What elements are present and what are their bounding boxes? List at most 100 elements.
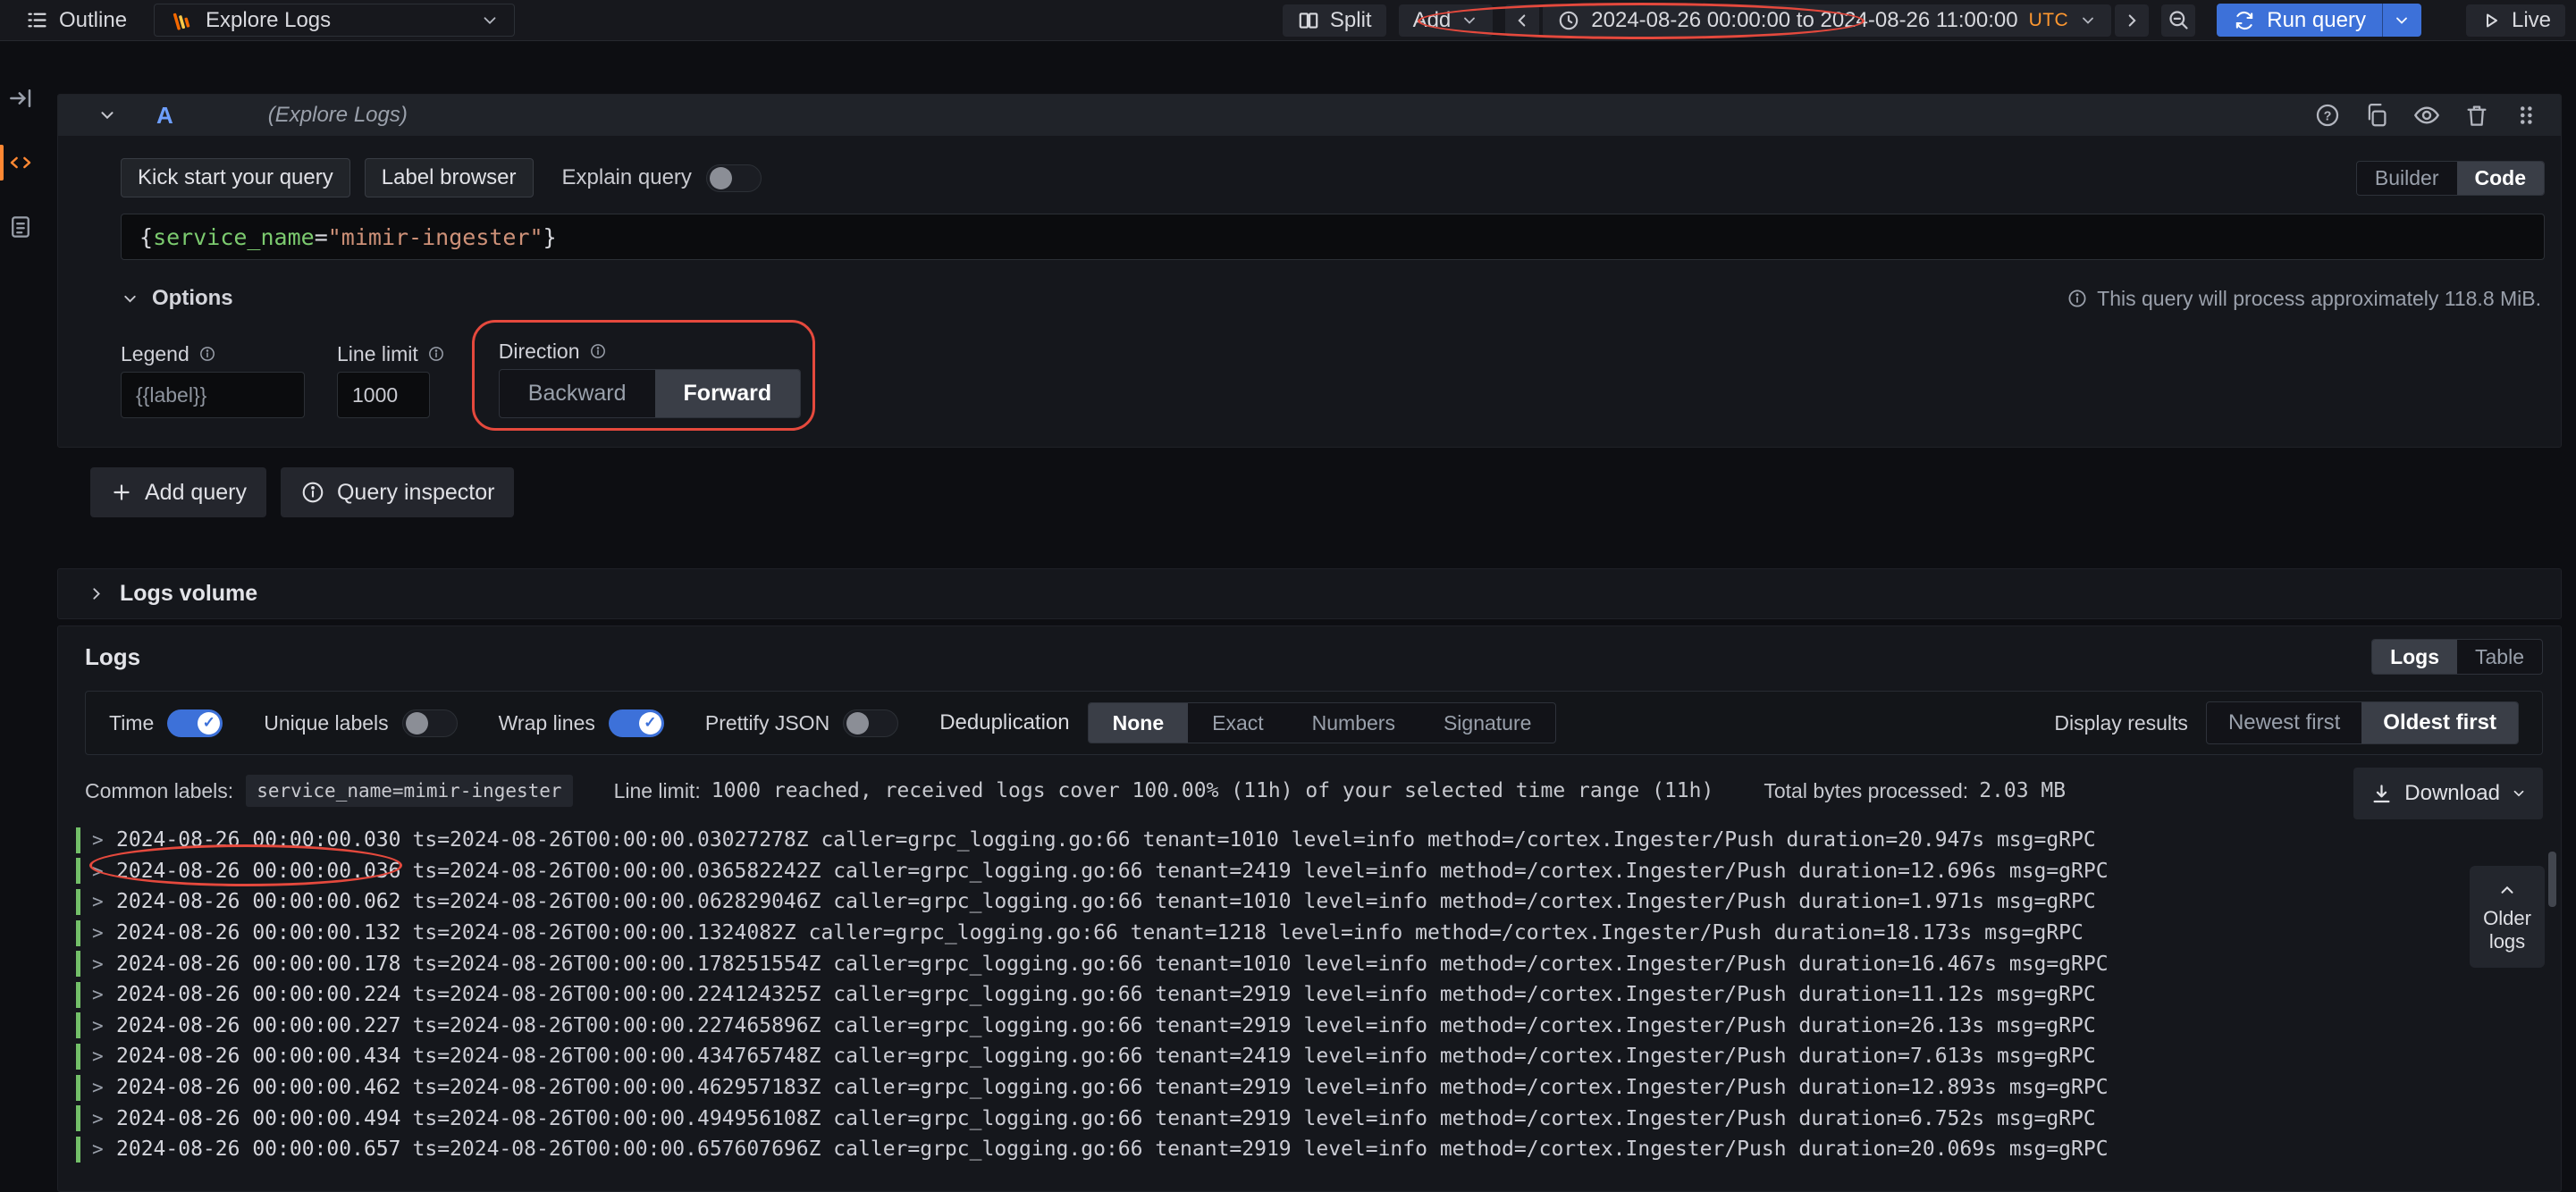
run-query-options-button[interactable] [2382,4,2421,37]
query-help-button[interactable]: ? [2314,102,2341,129]
dedup-option-none[interactable]: None [1089,703,1189,743]
dedup-option-exact[interactable]: Exact [1188,703,1288,743]
query-cost-estimate-text: This query will process approximately 11… [2097,287,2541,311]
log-row-expand-chevron[interactable]: > [92,1077,116,1098]
older-logs-label: Older logs [2479,907,2535,953]
deduplication-label: Deduplication [939,710,1069,735]
outline-button[interactable]: Outline [11,4,141,37]
timezone-label: UTC [2029,10,2069,31]
log-level-bar [76,1044,80,1070]
view-option-logs[interactable]: Logs [2372,640,2457,674]
remove-query-button[interactable] [2463,102,2490,129]
query-inspector-button[interactable]: Query inspector [281,467,514,517]
direction-option-backward[interactable]: Backward [500,370,655,417]
drag-handle[interactable] [2513,102,2539,129]
chevron-down-icon [2511,785,2527,802]
log-line-text: ts=2024-08-26T00:00:00.036582242Z caller… [413,860,2109,883]
live-button[interactable]: Live [2466,4,2565,37]
unique-labels-toggle[interactable] [402,709,458,737]
mode-option-builder[interactable]: Builder [2357,162,2457,195]
explore-code-tab[interactable] [0,143,41,182]
time-toggle[interactable]: ✓ [167,709,223,737]
query-code-input[interactable]: {service_name="mimir-ingester"} [121,214,2545,260]
log-timestamp: 2024-08-26 00:00:00.434 [116,1045,401,1068]
log-row[interactable]: >2024-08-26 00:00:00.224ts=2024-08-26T00… [76,979,2561,1011]
download-button[interactable]: Download [2353,768,2543,819]
log-timestamp: 2024-08-26 00:00:00.494 [116,1107,401,1130]
log-row[interactable]: >2024-08-26 00:00:00.227 ts=2024-08-26T00… [76,1011,2561,1042]
log-row[interactable]: >2024-08-26 00:00:00.494ts=2024-08-26T00… [76,1103,2561,1134]
chevron-up-icon [2497,880,2517,900]
options-fields-row: Legend Line limit Direction Backward [121,339,2545,418]
zoom-out-time-button[interactable] [2161,4,2195,37]
log-row-expand-chevron[interactable]: > [92,953,116,975]
log-row-expand-chevron[interactable]: > [92,1015,116,1037]
logs-volume-panel[interactable]: Logs volume [57,568,2562,619]
logs-app-tab[interactable] [0,207,41,247]
prettify-json-toggle[interactable] [843,709,898,737]
line-limit-meta-value: 1000 reached, received logs cover 100.00… [711,779,1714,802]
total-bytes-label: Total bytes processed: [1764,779,1968,803]
direction-option-forward[interactable]: Forward [655,370,801,417]
code-brackets-icon [7,149,34,176]
older-logs-button[interactable]: Older logs [2470,866,2545,968]
add-dropdown-button[interactable]: Add [1399,4,1494,37]
time-range-picker[interactable]: 2024-08-26 00:00:00 to 2024-08-26 11:00:… [1543,4,2111,37]
log-row[interactable]: >2024-08-26 00:00:00.434ts=2024-08-26T00… [76,1041,2561,1072]
run-query-label: Run query [2267,8,2366,33]
log-row[interactable]: >2024-08-26 00:00:00.062ts=2024-08-26T00… [76,886,2561,918]
label-browser-button[interactable]: Label browser [365,158,534,197]
query-toolbar-row: Kick start your query Label browser Expl… [121,158,2545,197]
log-row-expand-chevron[interactable]: > [92,891,116,912]
log-line-text: ts=2024-08-26T00:00:00.227465896Z caller… [413,1014,2096,1037]
options-collapse-button[interactable] [121,290,139,308]
run-query-button[interactable]: Run query [2217,4,2382,37]
line-limit-input[interactable] [337,372,430,418]
log-row-expand-chevron[interactable]: > [92,984,116,1005]
duplicate-query-button[interactable] [2363,102,2390,129]
add-query-button[interactable]: Add query [90,467,266,517]
split-button[interactable]: Split [1283,4,1386,37]
log-row-expand-chevron[interactable]: > [92,829,116,851]
log-row[interactable]: >2024-08-26 00:00:00.178ts=2024-08-26T00… [76,948,2561,979]
log-row[interactable]: >2024-08-26 00:00:00.036ts=2024-08-26T00… [76,856,2561,887]
collapse-query-button[interactable] [92,105,122,126]
app-picker-dropdown[interactable]: Explore Logs [154,4,515,37]
time-shift-forward-button[interactable] [2115,4,2149,37]
logs-options-bar: Time ✓ Unique labels Wrap lines ✓ Pretti… [85,691,2543,755]
query-row-header[interactable]: A (Explore Logs) ? [58,95,2561,136]
log-row[interactable]: >2024-08-26 00:00:00.657ts=2024-08-26T00… [76,1134,2561,1165]
log-row-expand-chevron[interactable]: > [92,1138,116,1160]
dedup-option-signature[interactable]: Signature [1419,703,1555,743]
wrap-lines-toggle[interactable]: ✓ [609,709,664,737]
hide-response-button[interactable] [2412,101,2441,130]
log-row-expand-chevron[interactable]: > [92,922,116,944]
dedup-option-numbers[interactable]: Numbers [1288,703,1419,743]
display-results-control: Display results Newest first Oldest firs… [2054,701,2519,744]
sync-icon [2233,9,2256,32]
common-labels-badge: service_name=mimir-ingester [246,775,572,807]
log-row-expand-chevron[interactable]: > [92,1045,116,1067]
legend-input[interactable] [121,372,305,418]
explain-query-toggle[interactable] [706,164,762,192]
time-shift-back-button[interactable] [1505,4,1539,37]
download-icon [2370,782,2394,806]
mode-option-code[interactable]: Code [2457,162,2545,195]
logs-volume-expand-button[interactable] [87,584,105,603]
chevron-down-icon [97,105,117,125]
view-option-table[interactable]: Table [2457,640,2542,674]
log-row[interactable]: >2024-08-26 00:00:00.132ts=2024-08-26T00… [76,918,2561,949]
open-pane-button[interactable] [0,79,41,118]
log-level-bar [76,1105,80,1131]
toggle-knob [846,712,869,735]
log-row-expand-chevron[interactable]: > [92,1108,116,1129]
log-row[interactable]: >2024-08-26 00:00:00.462ts=2024-08-26T00… [76,1072,2561,1104]
order-option-newest[interactable]: Newest first [2207,702,2361,743]
log-timestamp: 2024-08-26 00:00:00.227 [116,1014,401,1037]
chevron-right-icon [2122,11,2142,30]
logs-scrollbar-thumb[interactable] [2548,852,2556,907]
order-option-oldest[interactable]: Oldest first [2361,702,2518,743]
log-row-expand-chevron[interactable]: > [92,860,116,882]
kick-start-query-button[interactable]: Kick start your query [121,158,350,197]
log-row[interactable]: >2024-08-26 00:00:00.030ts=2024-08-26T00… [76,825,2561,856]
